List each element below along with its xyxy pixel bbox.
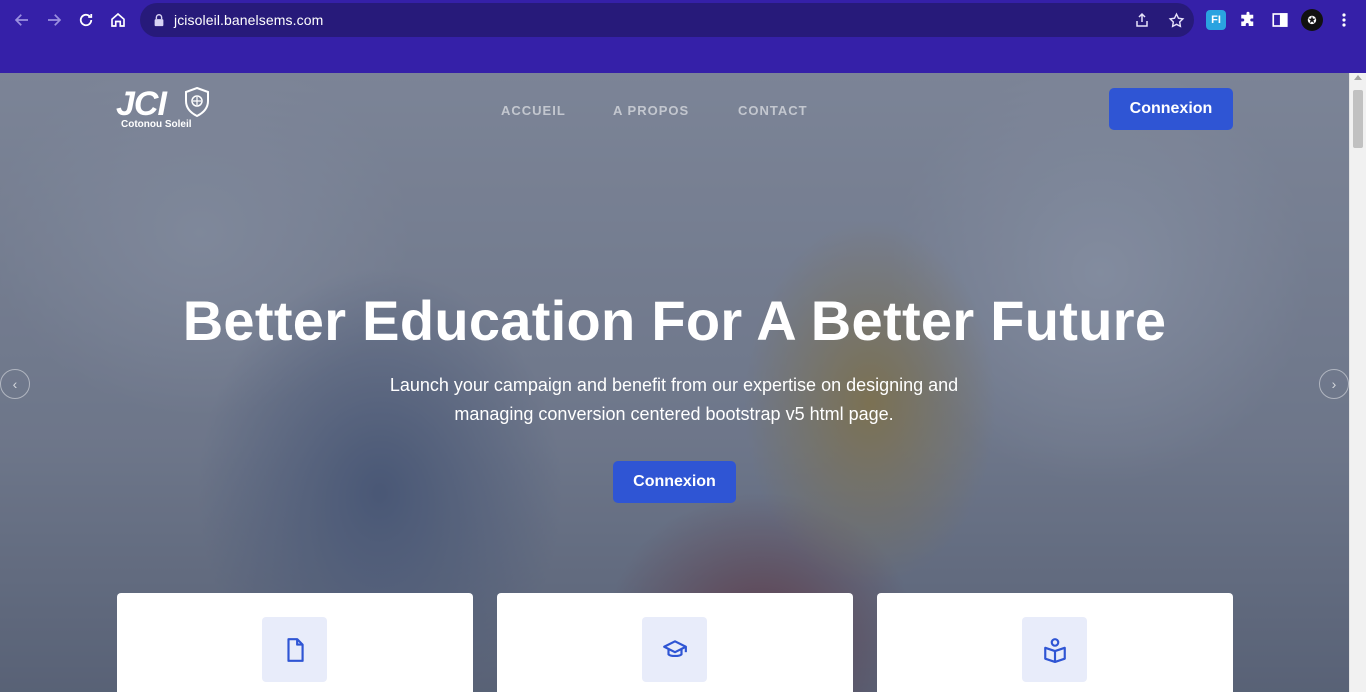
nav-link-label[interactable]: ACCUEIL xyxy=(501,103,566,118)
nav-item-a-propos[interactable]: A PROPOS xyxy=(613,103,689,118)
logo-subtitle: Cotonou Soleil xyxy=(121,119,192,130)
nav-link-label[interactable]: CONTACT xyxy=(738,103,808,118)
document-icon xyxy=(262,617,327,682)
back-icon[interactable] xyxy=(10,8,34,32)
bookmark-star-icon[interactable] xyxy=(1166,10,1186,30)
page-scrollbar[interactable] xyxy=(1349,73,1366,692)
carousel-next-arrow-icon[interactable]: › xyxy=(1319,369,1349,399)
hero-title: Better Education For A Better Future xyxy=(182,289,1167,352)
extensions-puzzle-icon[interactable] xyxy=(1236,8,1260,32)
nav-link-label[interactable]: A PROPOS xyxy=(613,103,689,118)
forward-icon[interactable] xyxy=(42,8,66,32)
extension-fi-icon[interactable]: FI xyxy=(1204,8,1228,32)
shield-icon xyxy=(185,87,209,117)
hero-connexion-button[interactable]: Connexion xyxy=(613,461,736,503)
address-bar[interactable]: jcisoleil.banelsems.com xyxy=(140,3,1194,37)
home-icon[interactable] xyxy=(106,8,130,32)
book-reader-icon xyxy=(1022,617,1087,682)
site-logo[interactable]: JCI Cotonou Soleil xyxy=(116,85,216,133)
hero-subtitle: Launch your campaign and benefit from ou… xyxy=(389,375,959,424)
browser-toolbar: jcisoleil.banelsems.com FI ✪ xyxy=(0,0,1366,40)
page-viewport: JCI Cotonou Soleil ACCUEIL A PROPOS CONT… xyxy=(0,73,1366,692)
side-panel-icon[interactable] xyxy=(1268,8,1292,32)
graduation-cap-icon xyxy=(642,617,707,682)
scrollbar-thumb[interactable] xyxy=(1353,90,1363,148)
scroll-up-arrow-icon[interactable] xyxy=(1354,75,1362,80)
feature-card xyxy=(877,593,1233,692)
browser-chrome: jcisoleil.banelsems.com FI ✪ xyxy=(0,0,1366,73)
feature-card xyxy=(497,593,853,692)
profile-avatar-icon[interactable]: ✪ xyxy=(1300,8,1324,32)
header-connexion-button[interactable]: Connexion xyxy=(1109,88,1233,130)
hero-section: JCI Cotonou Soleil ACCUEIL A PROPOS CONT… xyxy=(0,73,1349,692)
share-icon[interactable] xyxy=(1132,10,1152,30)
nav-item-accueil[interactable]: ACCUEIL xyxy=(501,103,566,118)
browser-menu-icon[interactable] xyxy=(1332,8,1356,32)
nav-item-contact[interactable]: CONTACT xyxy=(738,103,808,118)
lock-icon xyxy=(154,14,164,27)
feature-card xyxy=(117,593,473,692)
url-text: jcisoleil.banelsems.com xyxy=(174,12,324,28)
carousel-prev-arrow-icon[interactable]: ‹ xyxy=(0,369,30,399)
reload-icon[interactable] xyxy=(74,8,98,32)
